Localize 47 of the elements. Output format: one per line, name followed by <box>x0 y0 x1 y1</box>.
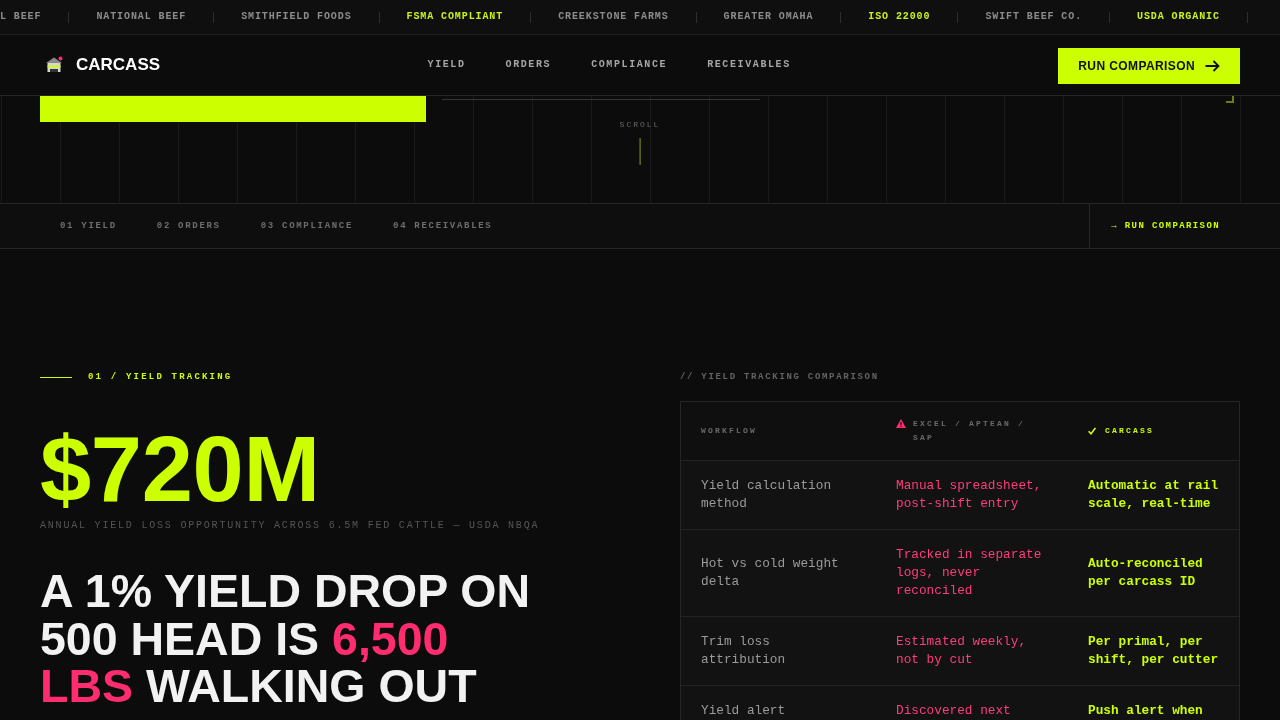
table-cell-text: Trim loss attribution <box>700 633 787 669</box>
section-link[interactable]: 02 ORDERS <box>156 220 221 232</box>
ticker-item: NATIONAL BEEF <box>96 11 187 23</box>
nav-link[interactable]: YIELD <box>427 59 466 71</box>
ticker-item: SWIFT BEEF CO. <box>985 11 1083 23</box>
section-link[interactable]: 01 YIELD <box>60 220 117 232</box>
headline: A 1% YIELD DROP ON 500 HEAD IS 6,500 LBS WALKING OUT <box>40 568 532 711</box>
warning-icon <box>896 419 906 428</box>
table-cell-text: Push alert when <box>1087 702 1204 720</box>
column-header: WORKFLOW <box>701 425 757 437</box>
table-cell-text: Discovered next <box>895 702 1012 720</box>
logo-icon <box>44 55 64 75</box>
scroll-label: SCROLL <box>619 120 661 130</box>
table-cell-text: Tracked in separate logs, never reconciled <box>895 546 1043 600</box>
column-header: CARCASS <box>1105 425 1154 437</box>
table-caption: // YIELD TRACKING COMPARISON <box>680 371 879 383</box>
ticker-item: L BEEF <box>0 11 42 23</box>
table-cell-text: Estimated weekly, not by cut <box>895 633 1028 669</box>
nav-link[interactable]: COMPLIANCE <box>591 59 668 71</box>
table-cell-text: Per primal, per shift, per cutter <box>1087 633 1220 669</box>
nav-link[interactable]: RECEIVABLES <box>707 59 791 71</box>
section-link[interactable]: 03 COMPLIANCE <box>260 220 354 232</box>
stat-caption: ANNUAL YIELD LOSS OPPORTUNITY ACROSS 6.5M FED CATTLE — USDA NBQA <box>40 519 540 533</box>
table-cell-text: Auto-reconciled per carcass ID <box>1087 555 1204 591</box>
table-cell-text: Hot vs cold weight delta <box>700 555 840 591</box>
run-comparison-link[interactable]: → RUN COMPARISON <box>1089 204 1280 248</box>
stat-value: $720M <box>40 423 320 515</box>
cta-button[interactable] <box>40 96 426 122</box>
arrow-right-icon <box>1205 60 1220 72</box>
corner-bracket-icon <box>1226 96 1234 103</box>
table-cell-text: Yield alert <box>700 702 787 720</box>
ticker-item: GREATER OMAHA <box>723 11 814 23</box>
section-eyebrow: 01 / YIELD TRACKING <box>88 371 233 383</box>
run-comparison-button[interactable]: RUN COMPARISON <box>1058 48 1240 84</box>
brand-name: CARCASS <box>76 55 161 75</box>
column-header: EXCEL / APTEAN / SAP <box>913 418 1026 444</box>
ticker-item: USDA ORGANIC <box>1137 11 1220 23</box>
section-link[interactable]: 04 RECEIVABLES <box>393 220 493 232</box>
table-cell-text: Yield calculation method <box>700 477 833 513</box>
ticker-item: ISO 22000 <box>868 11 931 23</box>
table-cell-text: Manual spreadsheet, post-shift entry <box>895 477 1043 513</box>
table-cell-text: Automatic at rail scale, real-time <box>1087 477 1220 513</box>
nav-link[interactable]: ORDERS <box>505 59 552 71</box>
ticker-item: FSMA COMPLIANT <box>406 11 504 23</box>
ticker-item: CREEKSTONE FARMS <box>558 11 669 23</box>
ticker-item: SMITHFIELD FOODS <box>241 11 352 23</box>
check-icon <box>1088 427 1096 435</box>
